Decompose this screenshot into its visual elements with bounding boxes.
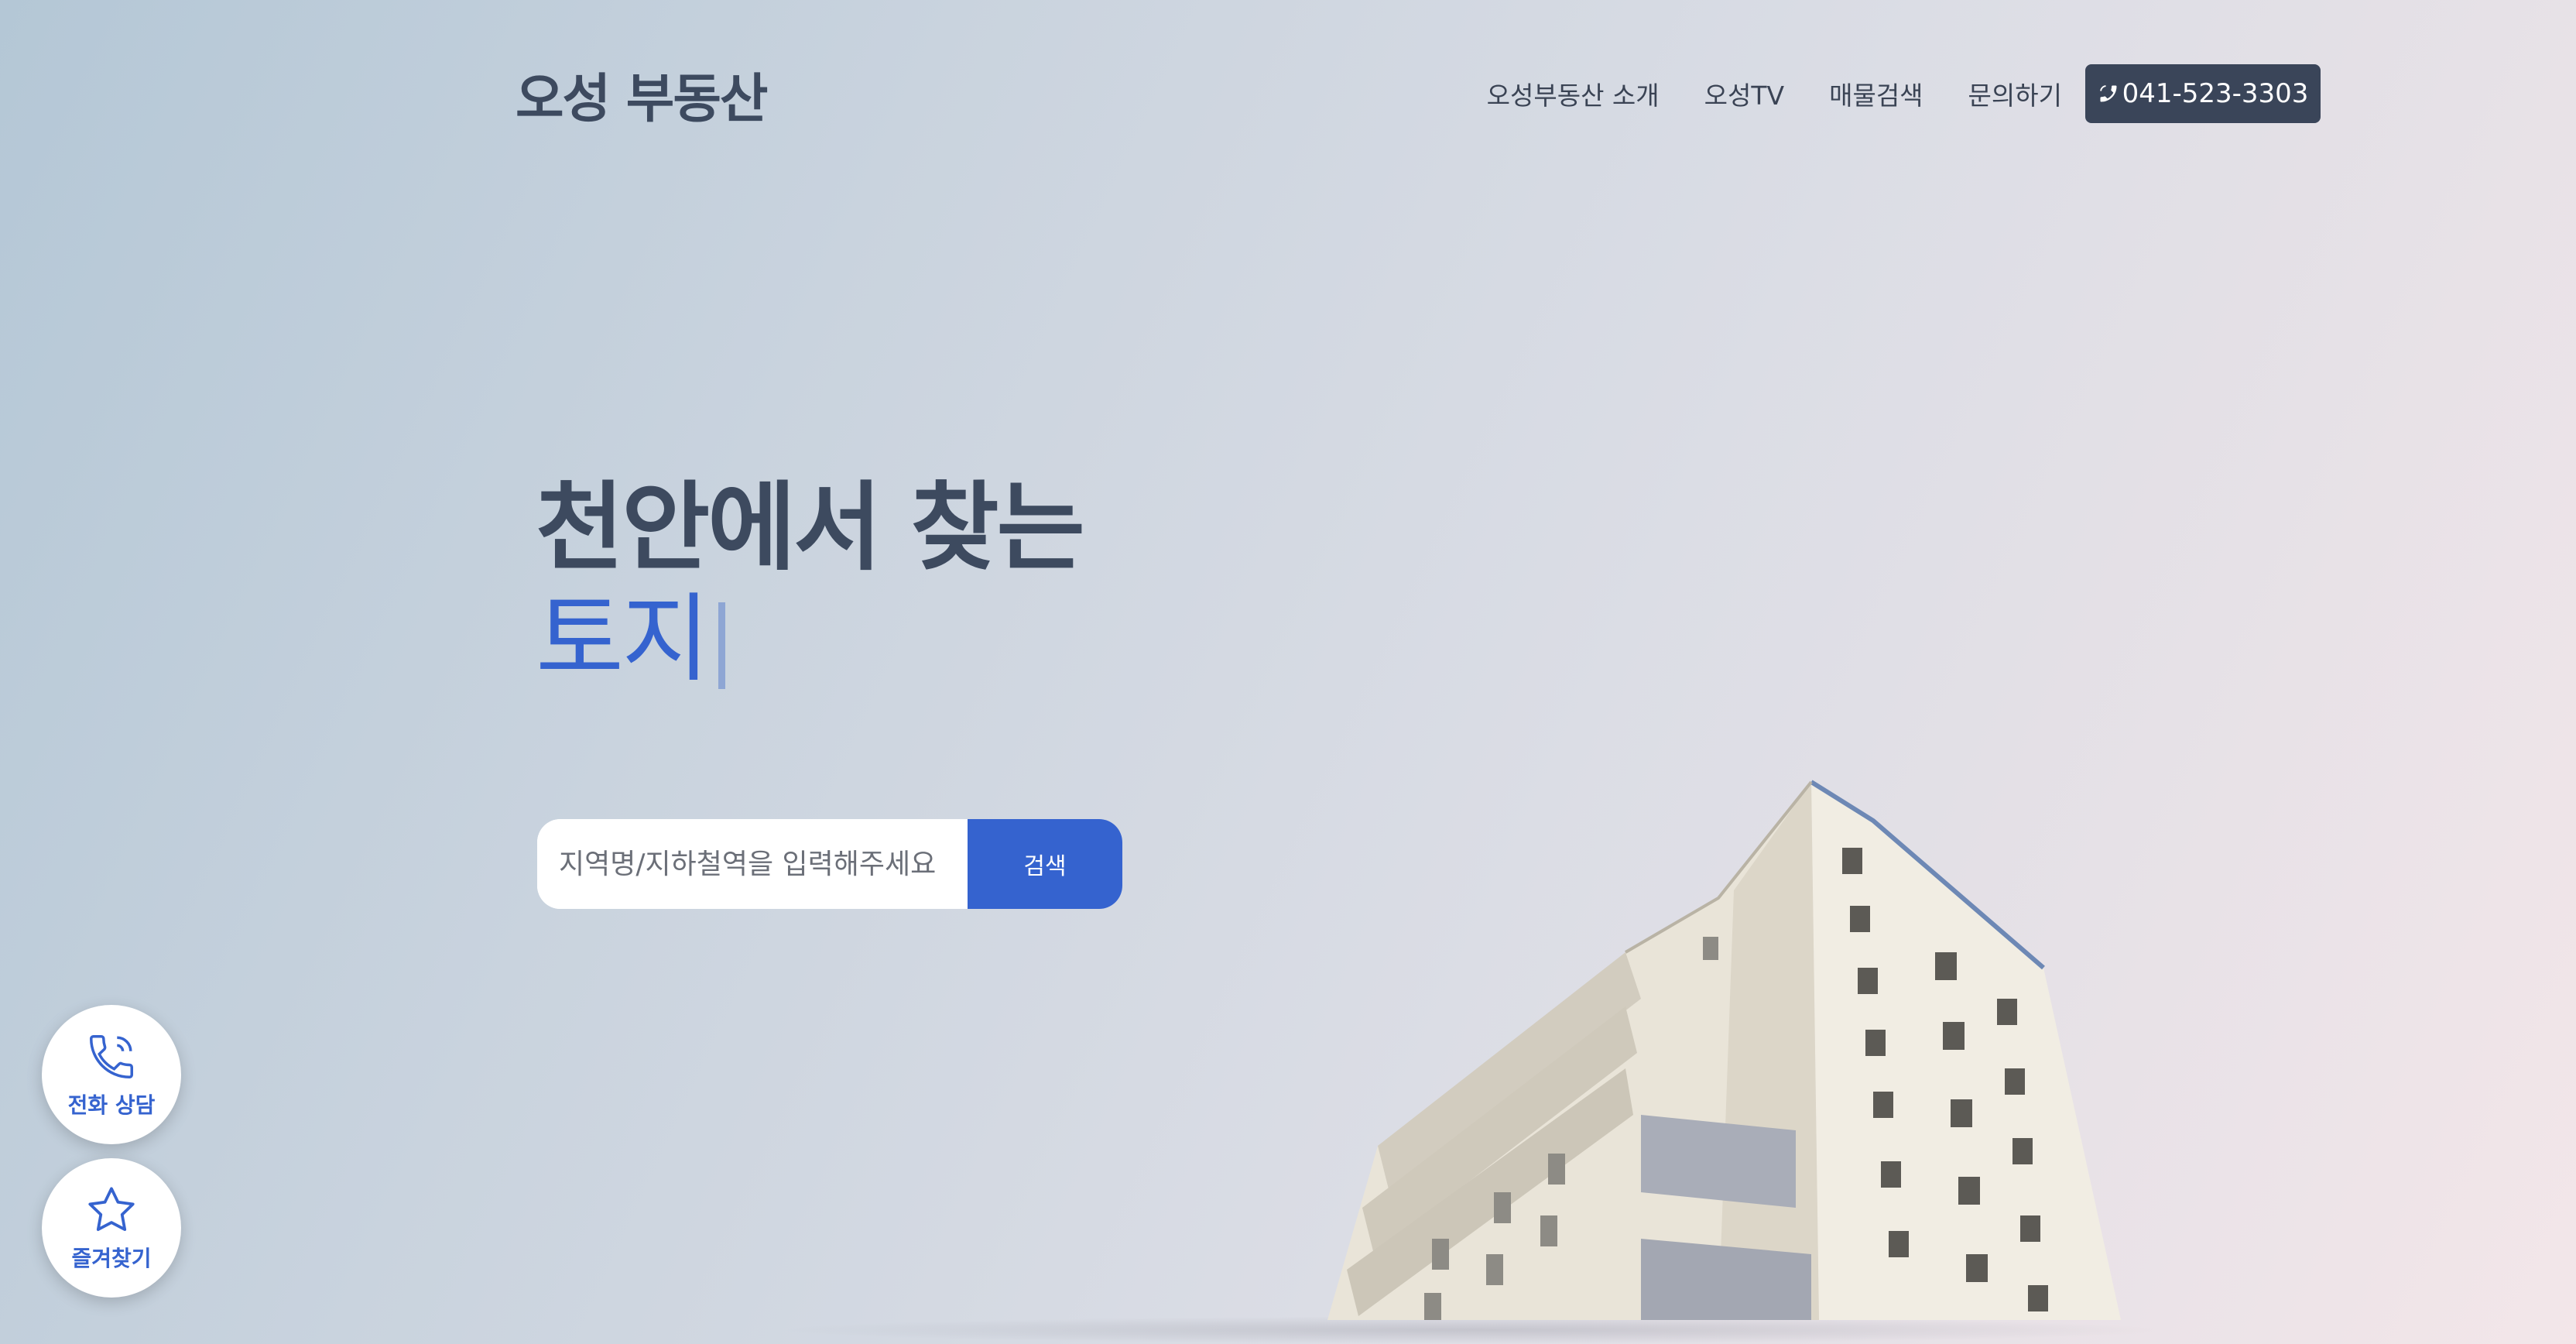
- search-button[interactable]: 검색: [968, 819, 1122, 909]
- star-icon: [88, 1187, 135, 1231]
- bookmark-label: 즐겨찾기: [71, 1246, 152, 1271]
- nav-item-contact[interactable]: 문의하기: [1968, 75, 2062, 112]
- nav-item-tv[interactable]: 오성TV: [1704, 75, 1784, 112]
- typing-cursor: [718, 602, 726, 689]
- bookmark-button[interactable]: 즐겨찾기: [42, 1158, 181, 1298]
- main-nav: 오성부동산 소개 오성TV 매물검색 문의하기 041-523-3303: [1442, 64, 2321, 123]
- hero-typed-keyword: 토지: [536, 561, 726, 700]
- call-consult-label: 전화 상담: [67, 1092, 156, 1118]
- site-header: 오성 부동산 오성부동산 소개 오성TV 매물검색 문의하기 041-523-3…: [516, 62, 2321, 130]
- call-consult-button[interactable]: 전화 상담: [42, 1005, 181, 1144]
- site-logo[interactable]: 오성 부동산: [516, 56, 768, 132]
- phone-icon: [2099, 85, 2117, 102]
- phone-button[interactable]: 041-523-3303: [2085, 64, 2321, 123]
- building-image: [1327, 780, 2121, 1320]
- nav-item-about[interactable]: 오성부동산 소개: [1487, 75, 1660, 112]
- nav-item-property-search[interactable]: 매물검색: [1829, 75, 1923, 112]
- phone-number: 041-523-3303: [2122, 78, 2309, 109]
- hero-keyword-text: 토지: [536, 584, 710, 695]
- search-bar: 검색: [537, 819, 1122, 909]
- search-input[interactable]: [537, 819, 968, 909]
- phone-ringing-icon: [89, 1035, 133, 1079]
- page: 오성 부동산 오성부동산 소개 오성TV 매물검색 문의하기 041-523-3…: [0, 0, 2576, 1344]
